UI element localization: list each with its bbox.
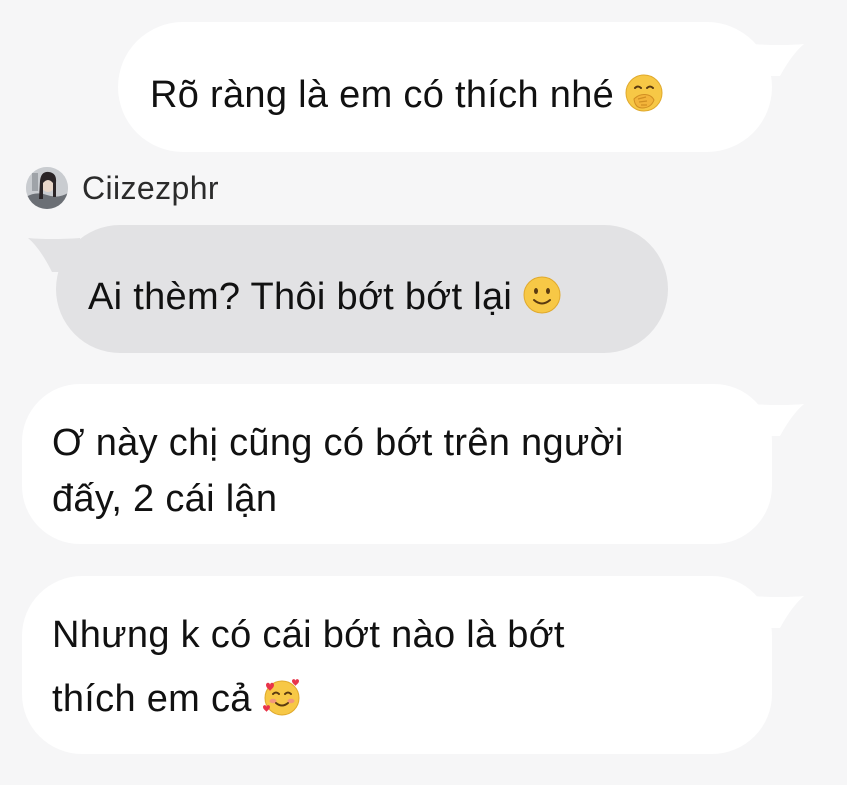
smiling-face-with-hearts-emoji — [262, 677, 302, 717]
message-text: thích em cả — [52, 678, 252, 720]
message-text: Rõ ràng là em có thích nhé — [150, 74, 615, 116]
message-text-line: đấy, 2 cái lận — [52, 478, 278, 520]
sender-name: Ciizezphr — [82, 169, 219, 206]
slightly-smiling-face-emoji — [522, 275, 562, 315]
outgoing-message-bubble[interactable]: Nhưng k có cái bớt nào là bớt thích em c… — [22, 576, 772, 754]
message-text-line: thích em cả — [52, 668, 772, 730]
outgoing-message-bubble[interactable]: Rõ ràng là em có thích nhé — [118, 22, 772, 152]
chat-thread: Rõ ràng là em có thích nhé Ciizezphr Ai … — [0, 0, 847, 785]
message-text: Ai thèm? Thôi bớt bớt lại — [88, 276, 513, 318]
avatar[interactable] — [26, 167, 68, 209]
message-text-line: Nhưng k có cái bớt nào là bớt — [52, 614, 565, 656]
incoming-message-bubble[interactable]: Ai thèm? Thôi bớt bớt lại — [56, 225, 668, 353]
bubble-tail — [752, 596, 804, 628]
bubble-tail — [752, 44, 804, 76]
message-text-line: Ơ này chị cũng có bớt trên người — [52, 422, 624, 464]
bubble-tail — [752, 404, 804, 436]
hand-over-mouth-emoji — [624, 73, 664, 113]
sender-label: Ciizezphr — [26, 166, 219, 210]
outgoing-message-bubble[interactable]: Ơ này chị cũng có bớt trên người đấy, 2 … — [22, 384, 772, 544]
